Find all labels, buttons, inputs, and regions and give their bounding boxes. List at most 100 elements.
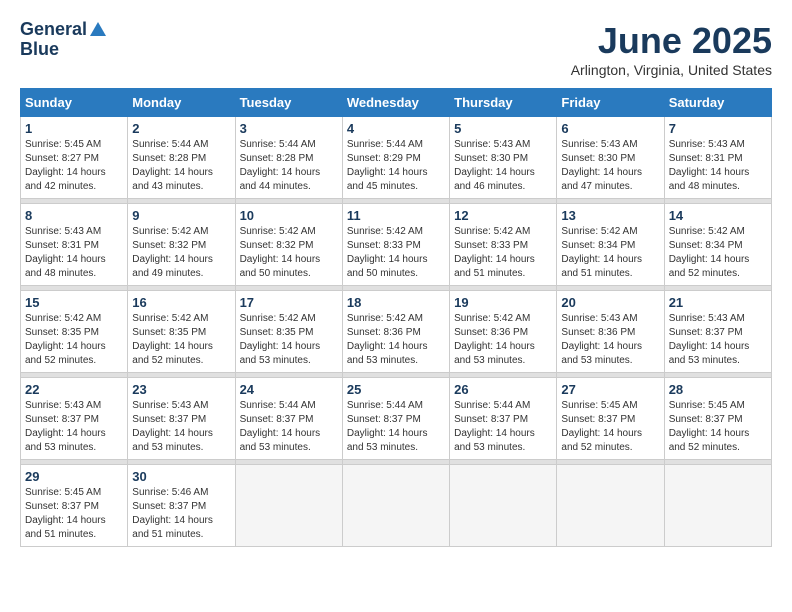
day-number: 1 bbox=[25, 121, 123, 136]
day-number: 28 bbox=[669, 382, 767, 397]
day-info: Sunrise: 5:42 AMSunset: 8:36 PMDaylight:… bbox=[454, 312, 552, 368]
calendar-cell: 5 Sunrise: 5:43 AMSunset: 8:30 PMDaylight… bbox=[450, 117, 557, 199]
column-header-friday: Friday bbox=[557, 89, 664, 117]
day-number: 6 bbox=[561, 121, 659, 136]
day-number: 21 bbox=[669, 295, 767, 310]
calendar-cell: 12 Sunrise: 5:42 AMSunset: 8:33 PMDayligh… bbox=[450, 204, 557, 286]
day-number: 7 bbox=[669, 121, 767, 136]
column-header-tuesday: Tuesday bbox=[235, 89, 342, 117]
day-number: 23 bbox=[132, 382, 230, 397]
calendar-cell bbox=[235, 465, 342, 547]
column-header-monday: Monday bbox=[128, 89, 235, 117]
day-info: Sunrise: 5:45 AMSunset: 8:37 PMDaylight:… bbox=[669, 399, 767, 455]
column-header-saturday: Saturday bbox=[664, 89, 771, 117]
calendar-cell: 11 Sunrise: 5:42 AMSunset: 8:33 PMDayligh… bbox=[342, 204, 449, 286]
calendar-cell bbox=[557, 465, 664, 547]
logo-triangle-icon bbox=[90, 22, 106, 36]
day-info: Sunrise: 5:42 AMSunset: 8:35 PMDaylight:… bbox=[25, 312, 123, 368]
calendar-cell: 19 Sunrise: 5:42 AMSunset: 8:36 PMDayligh… bbox=[450, 291, 557, 373]
header: General Blue June 2025 Arlington, Virgin… bbox=[20, 20, 772, 78]
day-number: 25 bbox=[347, 382, 445, 397]
day-info: Sunrise: 5:45 AMSunset: 8:37 PMDaylight:… bbox=[25, 486, 123, 542]
column-header-sunday: Sunday bbox=[21, 89, 128, 117]
calendar-cell: 9 Sunrise: 5:42 AMSunset: 8:32 PMDaylight… bbox=[128, 204, 235, 286]
calendar-week-row: 8 Sunrise: 5:43 AMSunset: 8:31 PMDaylight… bbox=[21, 204, 772, 286]
day-number: 10 bbox=[240, 208, 338, 223]
month-title: June 2025 bbox=[571, 20, 772, 62]
day-number: 2 bbox=[132, 121, 230, 136]
day-info: Sunrise: 5:43 AMSunset: 8:31 PMDaylight:… bbox=[25, 225, 123, 281]
calendar-cell: 10Sunrise: 5:42 AMSunset: 8:32 PMDayligh… bbox=[235, 204, 342, 286]
location-subtitle: Arlington, Virginia, United States bbox=[571, 62, 772, 78]
day-info: Sunrise: 5:45 AMSunset: 8:27 PMDaylight:… bbox=[25, 138, 123, 194]
calendar-cell: 24 Sunrise: 5:44 AMSunset: 8:37 PMDayligh… bbox=[235, 378, 342, 460]
day-info: Sunrise: 5:42 AMSunset: 8:33 PMDaylight:… bbox=[347, 225, 445, 281]
day-number: 9 bbox=[132, 208, 230, 223]
calendar-cell: 26Sunrise: 5:44 AMSunset: 8:37 PMDayligh… bbox=[450, 378, 557, 460]
calendar-cell: 21 Sunrise: 5:43 AMSunset: 8:37 PMDayligh… bbox=[664, 291, 771, 373]
day-number: 5 bbox=[454, 121, 552, 136]
day-info: Sunrise: 5:46 AMSunset: 8:37 PMDaylight:… bbox=[132, 486, 230, 542]
day-number: 16 bbox=[132, 295, 230, 310]
day-number: 15 bbox=[25, 295, 123, 310]
day-info: Sunrise: 5:43 AMSunset: 8:37 PMDaylight:… bbox=[25, 399, 123, 455]
calendar-cell: 14 Sunrise: 5:42 AMSunset: 8:34 PMDayligh… bbox=[664, 204, 771, 286]
calendar-cell: 13 Sunrise: 5:42 AMSunset: 8:34 PMDayligh… bbox=[557, 204, 664, 286]
day-info: Sunrise: 5:42 AMSunset: 8:32 PMDaylight:… bbox=[132, 225, 230, 281]
logo-general: General bbox=[20, 20, 87, 40]
day-info: Sunrise: 5:43 AMSunset: 8:37 PMDaylight:… bbox=[132, 399, 230, 455]
day-info: Sunrise: 5:43 AMSunset: 8:37 PMDaylight:… bbox=[669, 312, 767, 368]
day-number: 3 bbox=[240, 121, 338, 136]
calendar-cell: 30 Sunrise: 5:46 AMSunset: 8:37 PMDayligh… bbox=[128, 465, 235, 547]
calendar-cell: 15 Sunrise: 5:42 AMSunset: 8:35 PMDayligh… bbox=[21, 291, 128, 373]
calendar-cell: 25 Sunrise: 5:44 AMSunset: 8:37 PMDayligh… bbox=[342, 378, 449, 460]
calendar-cell: 6Sunrise: 5:43 AMSunset: 8:30 PMDaylight… bbox=[557, 117, 664, 199]
calendar-week-row: 29 Sunrise: 5:45 AMSunset: 8:37 PMDayligh… bbox=[21, 465, 772, 547]
calendar-header-row: SundayMondayTuesdayWednesdayThursdayFrid… bbox=[21, 89, 772, 117]
calendar-cell: 7Sunrise: 5:43 AMSunset: 8:31 PMDaylight… bbox=[664, 117, 771, 199]
calendar-cell: 29 Sunrise: 5:45 AMSunset: 8:37 PMDayligh… bbox=[21, 465, 128, 547]
day-number: 19 bbox=[454, 295, 552, 310]
day-info: Sunrise: 5:42 AMSunset: 8:35 PMDaylight:… bbox=[132, 312, 230, 368]
day-number: 14 bbox=[669, 208, 767, 223]
day-info: Sunrise: 5:42 AMSunset: 8:33 PMDaylight:… bbox=[454, 225, 552, 281]
day-number: 13 bbox=[561, 208, 659, 223]
calendar-week-row: 22 Sunrise: 5:43 AMSunset: 8:37 PMDayligh… bbox=[21, 378, 772, 460]
calendar-cell: 4 Sunrise: 5:44 AMSunset: 8:29 PMDaylight… bbox=[342, 117, 449, 199]
column-header-wednesday: Wednesday bbox=[342, 89, 449, 117]
calendar-cell: 16 Sunrise: 5:42 AMSunset: 8:35 PMDayligh… bbox=[128, 291, 235, 373]
title-area: June 2025 Arlington, Virginia, United St… bbox=[571, 20, 772, 78]
calendar-cell: 27 Sunrise: 5:45 AMSunset: 8:37 PMDayligh… bbox=[557, 378, 664, 460]
calendar-cell: 22 Sunrise: 5:43 AMSunset: 8:37 PMDayligh… bbox=[21, 378, 128, 460]
day-number: 24 bbox=[240, 382, 338, 397]
day-number: 18 bbox=[347, 295, 445, 310]
day-info: Sunrise: 5:44 AMSunset: 8:29 PMDaylight:… bbox=[347, 138, 445, 194]
day-number: 30 bbox=[132, 469, 230, 484]
logo: General Blue bbox=[20, 20, 106, 60]
day-info: Sunrise: 5:42 AMSunset: 8:34 PMDaylight:… bbox=[669, 225, 767, 281]
day-info: Sunrise: 5:44 AMSunset: 8:28 PMDaylight:… bbox=[240, 138, 338, 194]
calendar-cell: 2 Sunrise: 5:44 AMSunset: 8:28 PMDaylight… bbox=[128, 117, 235, 199]
calendar-cell: 28 Sunrise: 5:45 AMSunset: 8:37 PMDayligh… bbox=[664, 378, 771, 460]
calendar-cell: 1 Sunrise: 5:45 AMSunset: 8:27 PMDaylight… bbox=[21, 117, 128, 199]
day-info: Sunrise: 5:45 AMSunset: 8:37 PMDaylight:… bbox=[561, 399, 659, 455]
day-number: 26 bbox=[454, 382, 552, 397]
day-number: 22 bbox=[25, 382, 123, 397]
calendar-week-row: 15 Sunrise: 5:42 AMSunset: 8:35 PMDayligh… bbox=[21, 291, 772, 373]
calendar-cell bbox=[664, 465, 771, 547]
day-number: 4 bbox=[347, 121, 445, 136]
day-info: Sunrise: 5:42 AMSunset: 8:34 PMDaylight:… bbox=[561, 225, 659, 281]
day-info: Sunrise: 5:44 AMSunset: 8:37 PMDaylight:… bbox=[347, 399, 445, 455]
day-number: 27 bbox=[561, 382, 659, 397]
day-info: Sunrise: 5:42 AMSunset: 8:36 PMDaylight:… bbox=[347, 312, 445, 368]
day-number: 11 bbox=[347, 208, 445, 223]
day-number: 29 bbox=[25, 469, 123, 484]
calendar-cell bbox=[342, 465, 449, 547]
calendar-cell: 18 Sunrise: 5:42 AMSunset: 8:36 PMDayligh… bbox=[342, 291, 449, 373]
day-info: Sunrise: 5:44 AMSunset: 8:37 PMDaylight:… bbox=[240, 399, 338, 455]
day-info: Sunrise: 5:44 AMSunset: 8:28 PMDaylight:… bbox=[132, 138, 230, 194]
day-info: Sunrise: 5:43 AMSunset: 8:30 PMDaylight:… bbox=[454, 138, 552, 194]
calendar-cell: 8 Sunrise: 5:43 AMSunset: 8:31 PMDaylight… bbox=[21, 204, 128, 286]
day-number: 8 bbox=[25, 208, 123, 223]
day-number: 12 bbox=[454, 208, 552, 223]
